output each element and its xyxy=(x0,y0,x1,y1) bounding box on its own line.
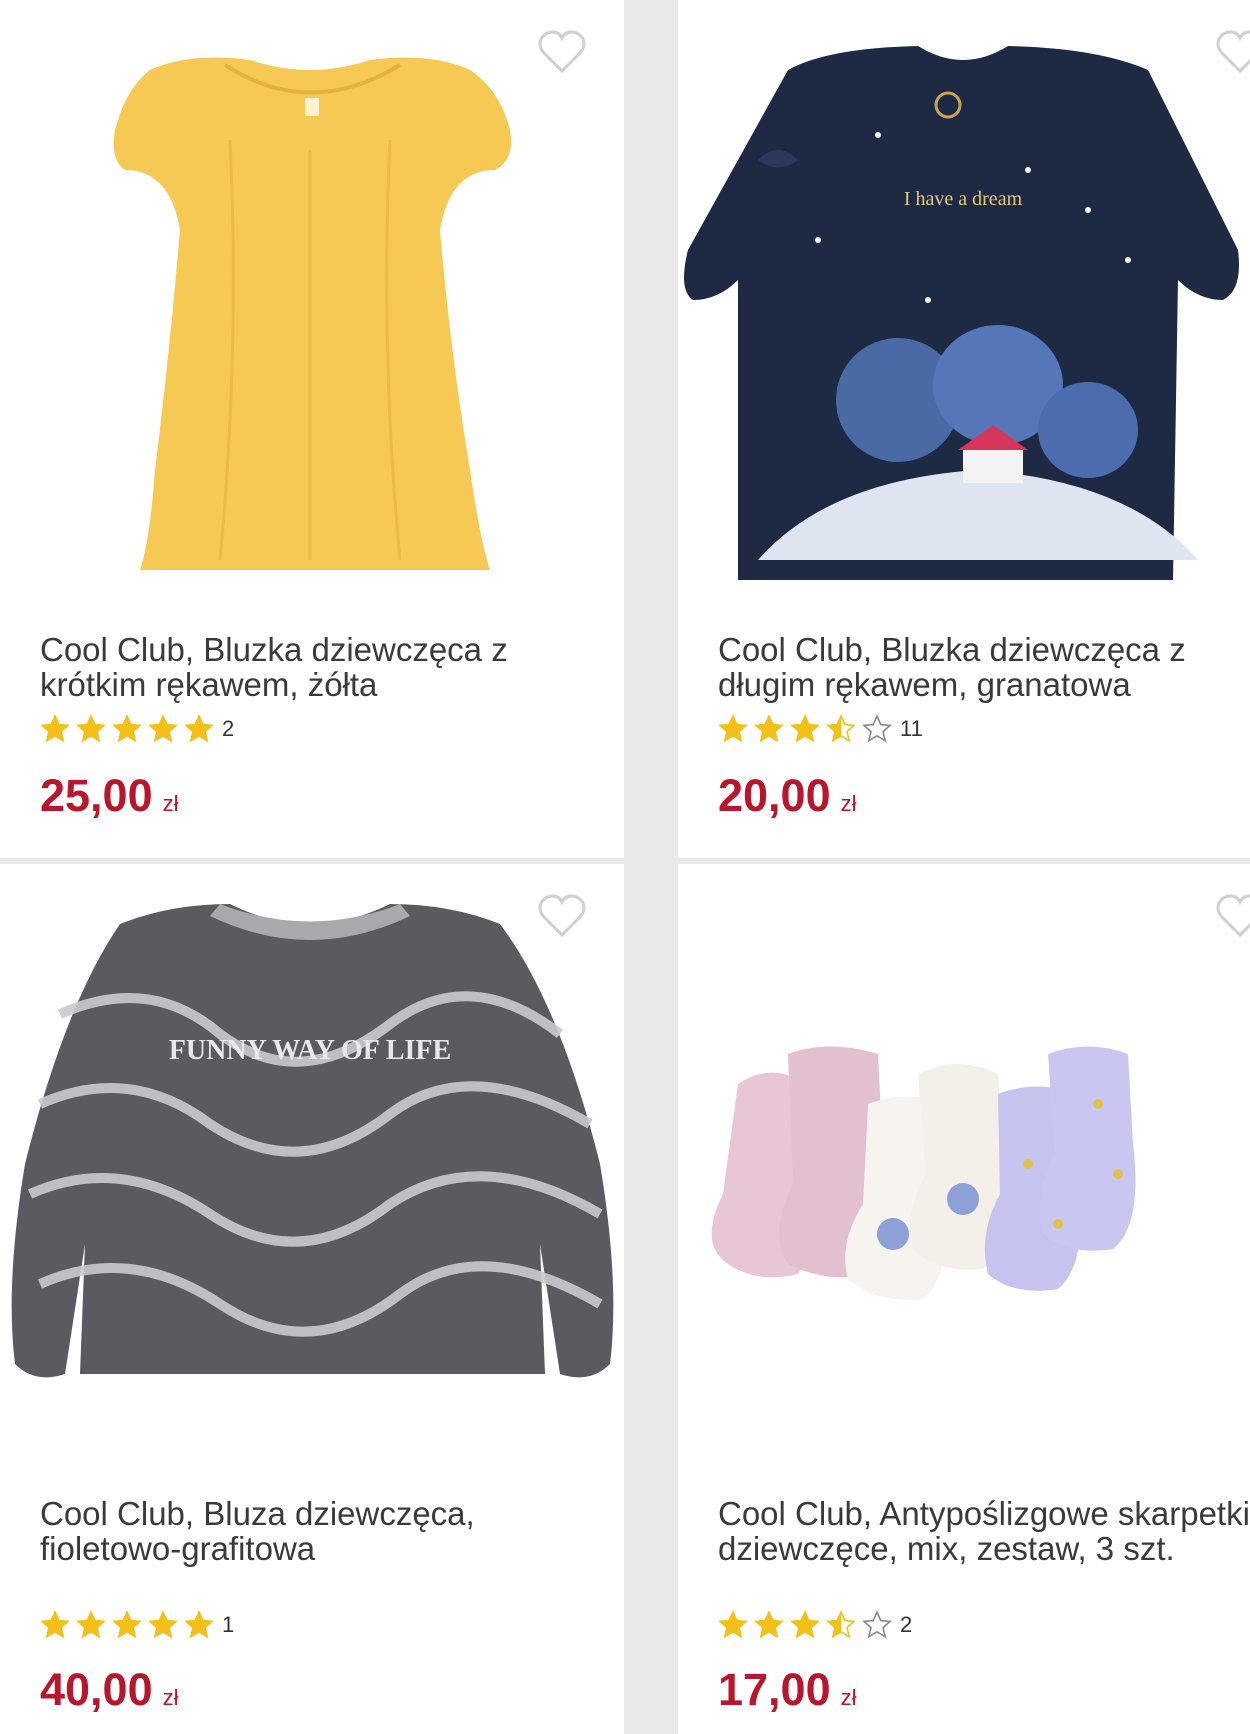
product-price: 17,00 zł xyxy=(718,1664,857,1716)
rating-stars xyxy=(718,714,892,744)
price-currency: zł xyxy=(840,791,857,816)
star-full-icon xyxy=(184,1610,214,1639)
price-value: 17,00 xyxy=(718,1664,831,1715)
product-rating: 11 xyxy=(718,712,923,746)
star-full-icon xyxy=(754,714,784,743)
review-count: 1 xyxy=(222,1612,235,1637)
product-image-navy-longsleeve[interactable]: I have a dream xyxy=(678,0,1250,600)
favorite-heart-icon[interactable] xyxy=(1214,892,1250,940)
product-rating: 2 xyxy=(40,712,234,746)
product-image-sweatshirt[interactable]: FUNNY WAY OF LIFE xyxy=(0,864,624,1464)
star-full-icon xyxy=(40,714,70,743)
star-full-icon xyxy=(148,1610,178,1639)
price-value: 20,00 xyxy=(718,770,831,821)
favorite-heart-icon[interactable] xyxy=(1214,28,1250,76)
star-full-icon xyxy=(76,714,106,743)
product-title[interactable]: Cool Club, Antypoślizgowe skarpetki dzie… xyxy=(718,1496,1250,1566)
favorite-heart-icon[interactable] xyxy=(536,892,588,940)
rating-stars xyxy=(40,714,214,744)
product-title[interactable]: Cool Club, Bluza dziewczęca, fioletowo-g… xyxy=(40,1496,600,1566)
product-price: 25,00 zł xyxy=(40,770,179,822)
star-full-icon xyxy=(184,714,214,743)
product-rating: 2 xyxy=(718,1608,912,1642)
star-full-icon xyxy=(112,1610,142,1639)
rating-stars xyxy=(40,1610,214,1640)
print-text: I have a dream xyxy=(904,188,1023,210)
product-image-yellow-blouse[interactable] xyxy=(0,0,624,600)
product-card[interactable]: Cool Club, Bluzka dziewczęca z krótkim r… xyxy=(0,0,624,858)
product-price: 20,00 zł xyxy=(718,770,857,822)
price-value: 40,00 xyxy=(40,1664,153,1715)
rating-stars xyxy=(718,1610,892,1640)
star-full-icon xyxy=(148,714,178,743)
star-full-icon xyxy=(76,1610,106,1639)
print-text: FUNNY WAY OF LIFE xyxy=(169,1035,451,1066)
price-currency: zł xyxy=(840,1685,857,1710)
product-card[interactable]: Cool Club, Antypoślizgowe skarpetki dzie… xyxy=(678,864,1250,1734)
product-title[interactable]: Cool Club, Bluzka dziewczęca z krótkim r… xyxy=(40,632,600,702)
product-title[interactable]: Cool Club, Bluzka dziewczęca z długim rę… xyxy=(718,632,1250,702)
star-empty-icon xyxy=(862,714,892,743)
product-rating: 1 xyxy=(40,1608,234,1642)
star-empty-icon xyxy=(862,1610,892,1639)
price-value: 25,00 xyxy=(40,770,153,821)
price-currency: zł xyxy=(162,791,179,816)
price-currency: zł xyxy=(162,1685,179,1710)
review-count: 11 xyxy=(900,716,923,741)
star-full-icon xyxy=(718,714,748,743)
star-full-icon xyxy=(790,1610,820,1639)
review-count: 2 xyxy=(222,716,235,741)
star-half-icon xyxy=(826,1610,856,1639)
star-full-icon xyxy=(718,1610,748,1639)
product-image-socks[interactable] xyxy=(678,864,1250,1464)
review-count: 2 xyxy=(900,1612,913,1637)
product-card[interactable]: I have a dream Cool Club, Bluzka dziewcz… xyxy=(678,0,1250,858)
product-grid: Cool Club, Bluzka dziewczęca z krótkim r… xyxy=(0,0,1250,1734)
product-price: 40,00 zł xyxy=(40,1664,179,1716)
favorite-heart-icon[interactable] xyxy=(536,28,588,76)
star-full-icon xyxy=(790,714,820,743)
star-full-icon xyxy=(112,714,142,743)
star-full-icon xyxy=(754,1610,784,1639)
product-card[interactable]: FUNNY WAY OF LIFE Cool Club, Bluza dziew… xyxy=(0,864,624,1734)
star-full-icon xyxy=(40,1610,70,1639)
star-half-icon xyxy=(826,714,856,743)
